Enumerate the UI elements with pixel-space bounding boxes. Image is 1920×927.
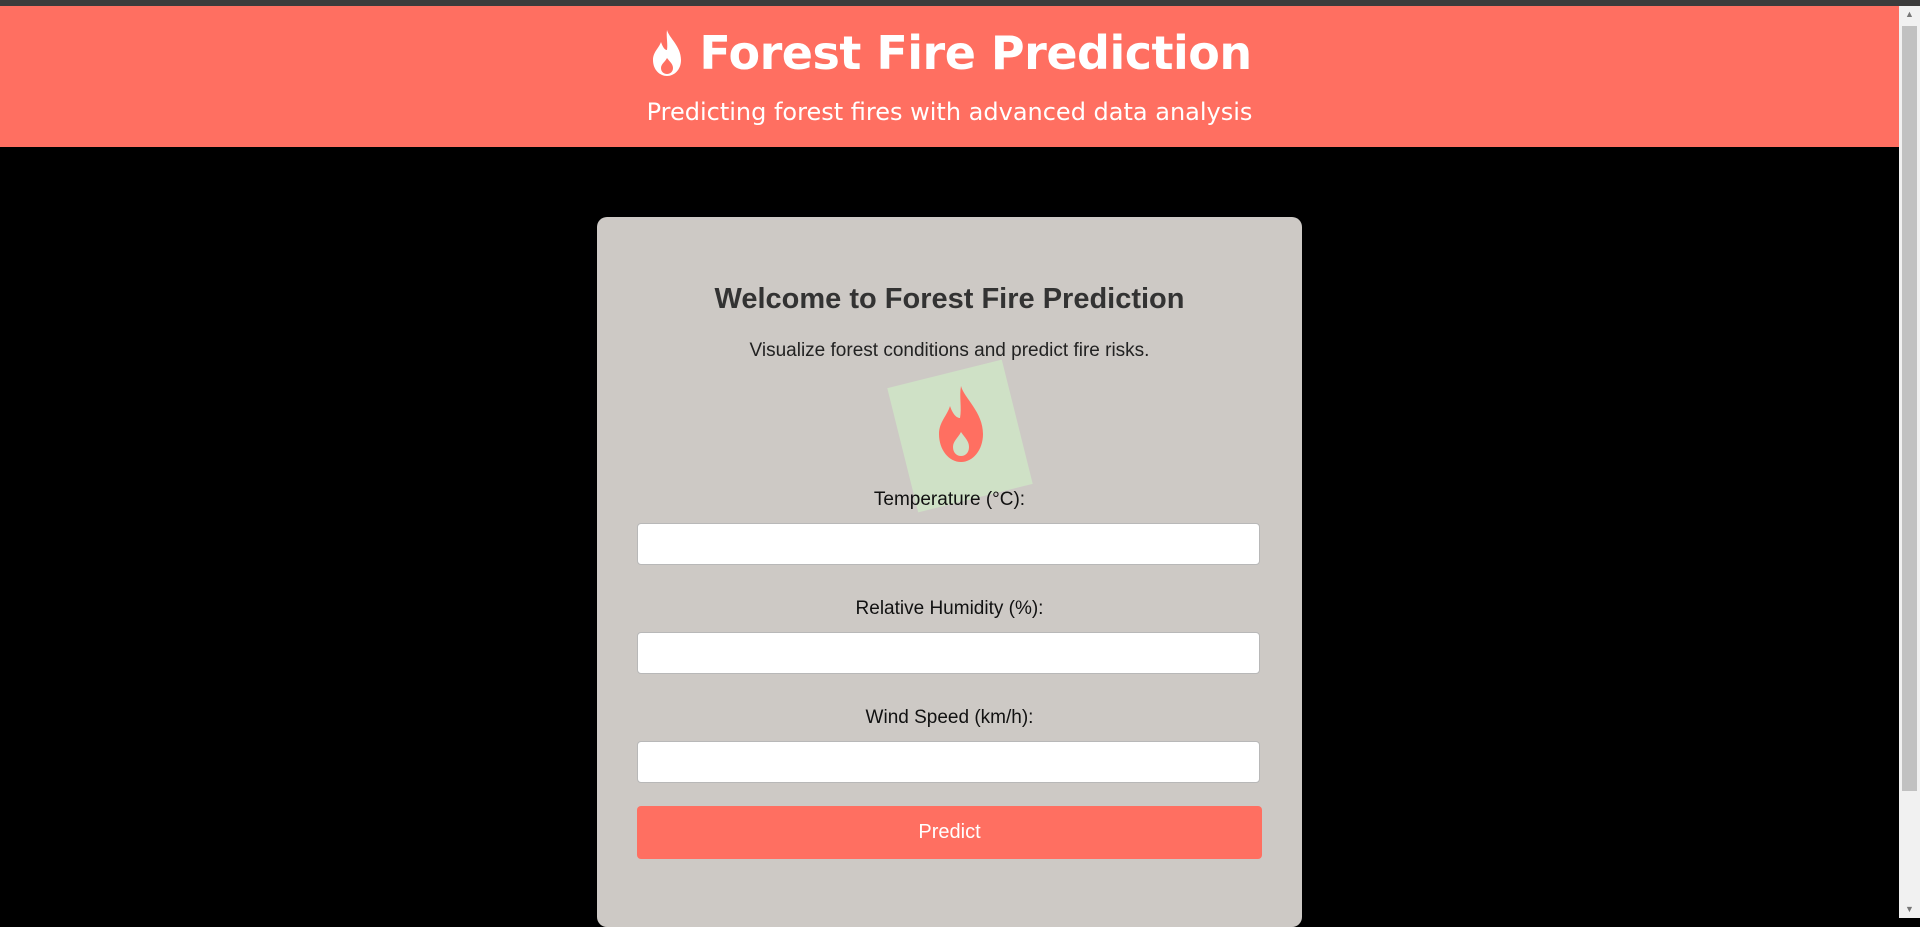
prediction-card: Welcome to Forest Fire Prediction Visual… <box>597 217 1302 927</box>
flame-icon <box>939 386 983 462</box>
fire-illustration <box>887 359 1033 513</box>
scroll-down-arrow-icon[interactable]: ▼ <box>1899 901 1920 918</box>
wind-speed-label: Wind Speed (km/h): <box>865 707 1034 728</box>
header-title-row: Forest Fire Prediction <box>0 26 1899 80</box>
card-subtitle: Visualize forest conditions and predict … <box>749 340 1150 361</box>
wind-speed-input[interactable] <box>637 741 1260 783</box>
temperature-label: Temperature (°C): <box>873 489 1026 510</box>
page-header: Forest Fire Prediction Predicting forest… <box>0 6 1899 147</box>
page-subtitle: Predicting forest fires with advanced da… <box>646 98 1253 126</box>
humidity-label: Relative Humidity (%): <box>855 598 1044 619</box>
humidity-input[interactable] <box>637 632 1260 674</box>
scroll-up-arrow-icon[interactable]: ▲ <box>1899 6 1920 23</box>
page-title: Forest Fire Prediction <box>699 26 1252 80</box>
predict-button[interactable]: Predict <box>637 806 1262 859</box>
card-title: Welcome to Forest Fire Prediction <box>714 283 1185 315</box>
temperature-input[interactable] <box>637 523 1260 565</box>
scrollbar-thumb[interactable] <box>1902 26 1917 791</box>
flame-icon <box>653 30 682 76</box>
vertical-scrollbar[interactable]: ▲ ▼ <box>1899 6 1920 918</box>
